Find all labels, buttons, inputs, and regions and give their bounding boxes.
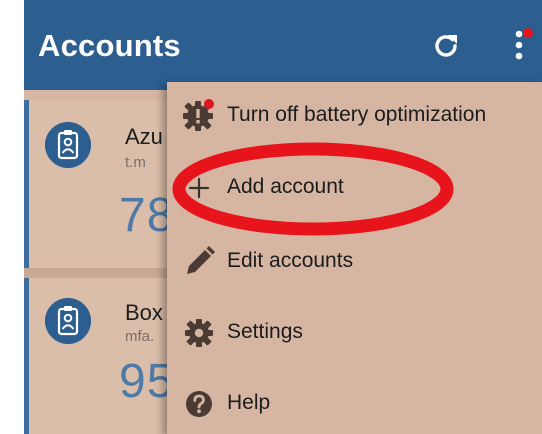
overflow-menu: Turn off battery optimization Add accoun…	[167, 82, 542, 434]
menu-item-label: Edit accounts	[227, 249, 354, 272]
app-bar: Accounts	[24, 0, 542, 90]
menu-item-edit-accounts[interactable]: Edit accounts	[167, 230, 542, 294]
id-badge-icon	[45, 122, 91, 168]
menu-item-label: Settings	[227, 320, 303, 343]
account-user: mfa.	[125, 328, 155, 345]
account-name: Azu	[125, 124, 163, 149]
menu-item-settings[interactable]: Settings	[167, 301, 542, 365]
help-icon	[186, 391, 212, 417]
menu-item-battery-optimization[interactable]: Turn off battery optimization	[167, 84, 542, 148]
menu-item-add-account[interactable]: Add account	[167, 156, 542, 220]
gear-alert-icon	[183, 99, 214, 131]
account-name: Box	[125, 300, 163, 325]
pencil-icon	[187, 246, 215, 274]
more-vert-icon[interactable]	[504, 24, 540, 66]
menu-item-label: Add account	[227, 175, 344, 198]
app-screen: Accounts Azu t.m 78 Box mfa. 95 Turn off…	[24, 0, 542, 434]
id-badge-icon	[45, 298, 91, 344]
menu-item-label: Help	[227, 391, 271, 414]
refresh-icon[interactable]	[430, 30, 462, 62]
account-user: t.m	[125, 154, 146, 171]
gear-icon	[185, 319, 213, 347]
plus-icon	[188, 177, 210, 199]
menu-item-help[interactable]: Help	[167, 372, 542, 434]
page-title: Accounts	[38, 28, 181, 63]
menu-item-label: Turn off battery optimization	[227, 103, 487, 126]
